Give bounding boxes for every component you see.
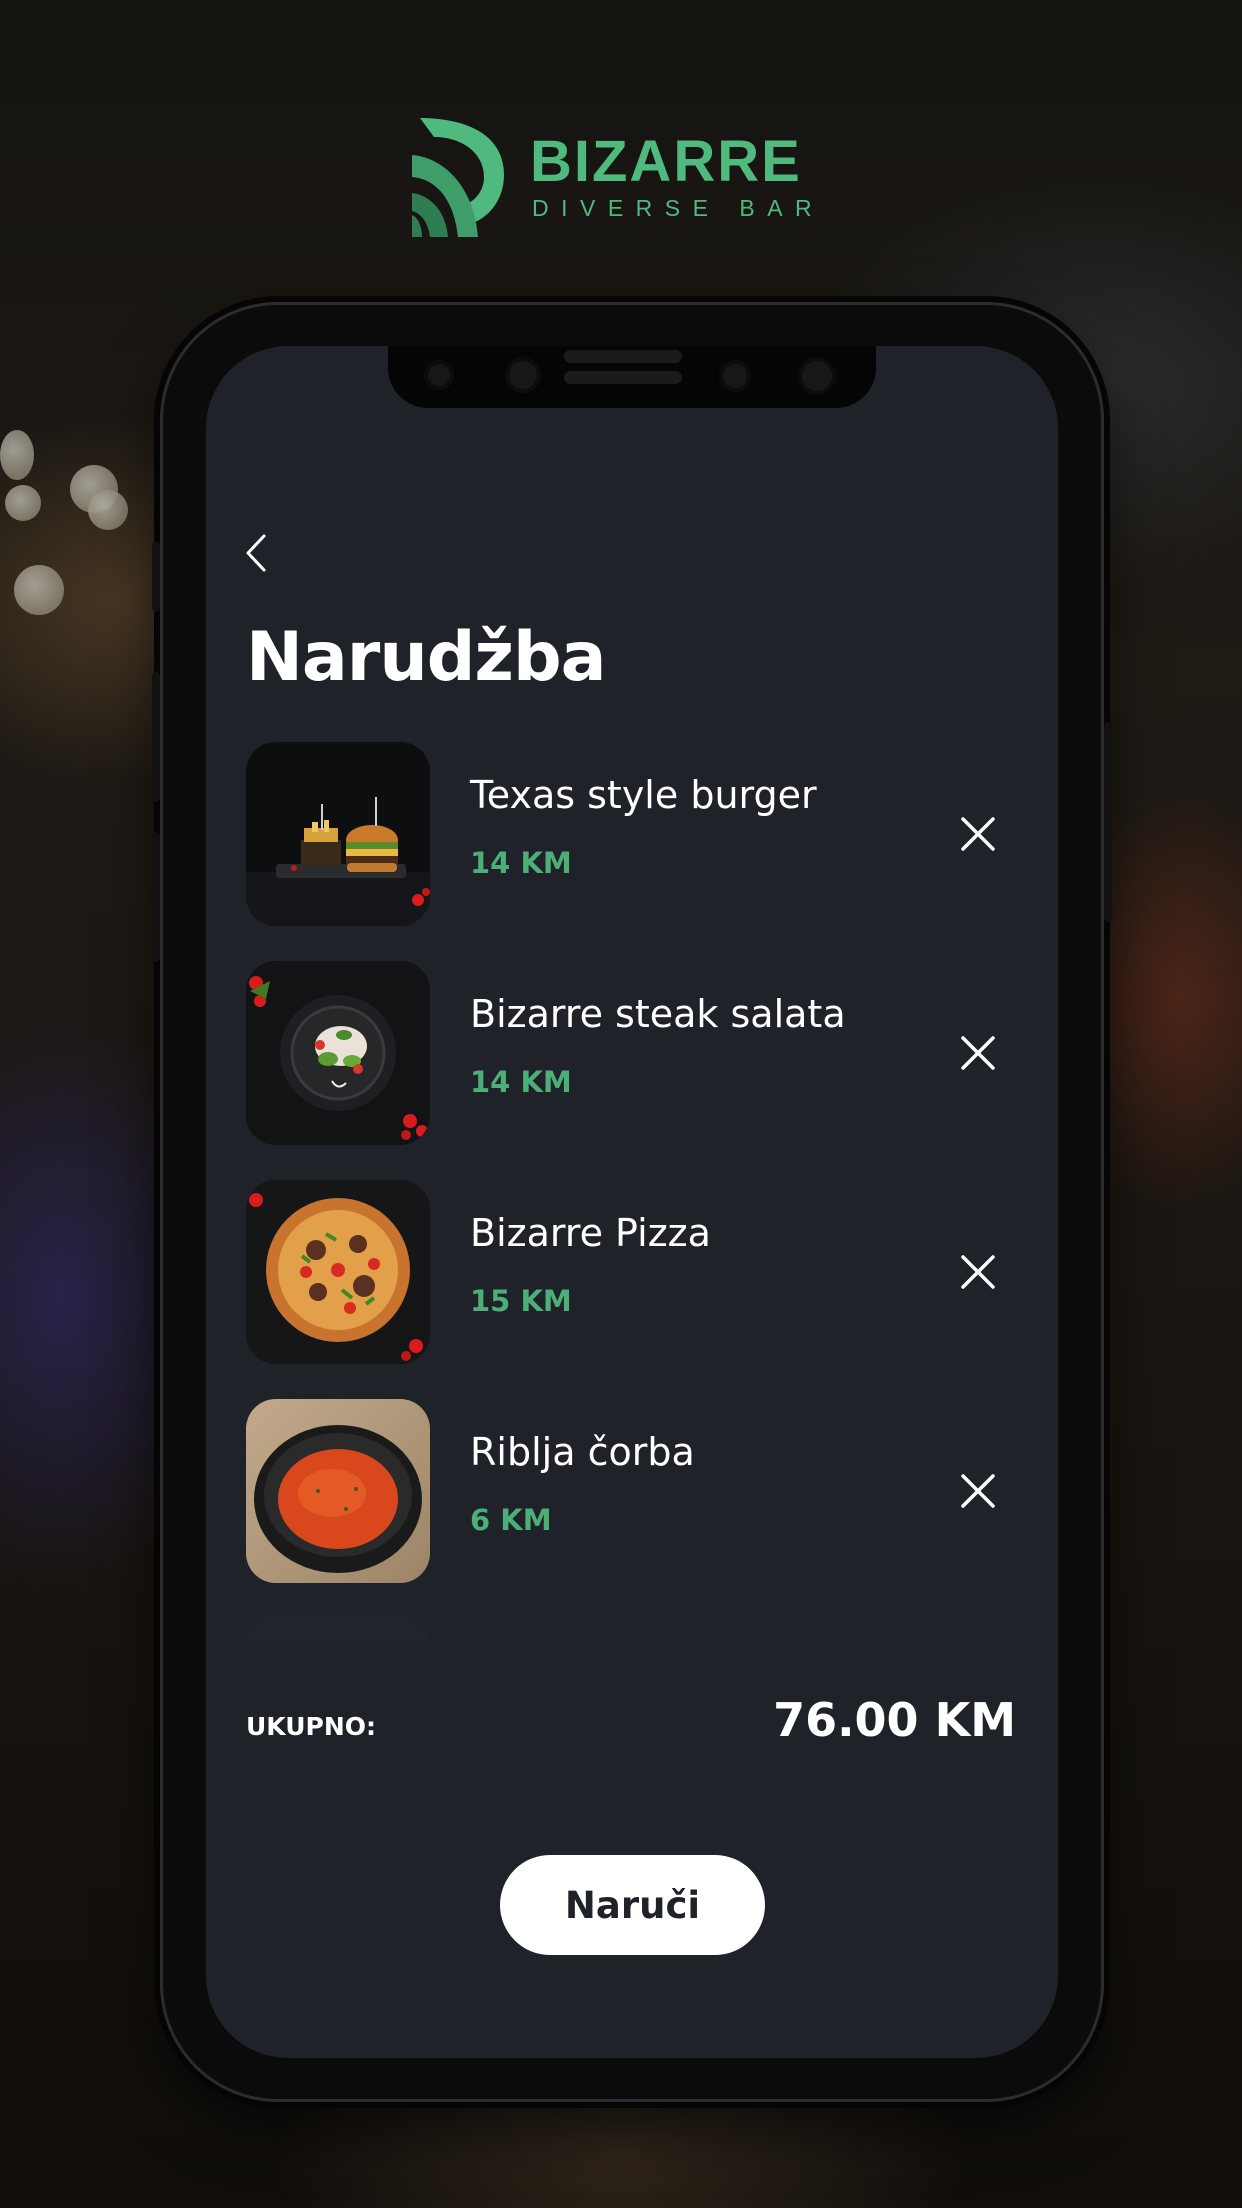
order-item: Riblja čorba 6 KM — [246, 1399, 1036, 1583]
remove-item-button[interactable] — [956, 812, 1000, 856]
item-price: 6 KM — [470, 1503, 552, 1537]
close-icon — [961, 1036, 995, 1070]
close-icon — [961, 1474, 995, 1508]
brand-logo: BIZARRE DIVERSE BAR — [412, 115, 832, 240]
remove-item-button[interactable] — [956, 1250, 1000, 1294]
item-price: 14 KM — [470, 1065, 572, 1099]
pizza-photo — [246, 1180, 430, 1364]
salad-photo — [246, 961, 430, 1145]
total-value: 76.00 KM — [773, 1693, 1016, 1747]
burger-photo — [246, 742, 430, 926]
phone-notch — [388, 346, 876, 408]
remove-item-button[interactable] — [956, 1469, 1000, 1513]
order-item: Bizarre steak salata 14 KM — [246, 961, 1036, 1145]
back-button[interactable] — [236, 528, 272, 578]
item-price: 14 KM — [470, 846, 572, 880]
phone-frame: Narudžba Texas style burger 14 KM Bizarr… — [152, 302, 1112, 2102]
item-price: 15 KM — [470, 1284, 572, 1318]
order-item: Texas style burger 14 KM — [246, 742, 1036, 926]
remove-item-button[interactable] — [956, 1031, 1000, 1075]
order-button[interactable]: Naruči — [500, 1855, 765, 1955]
item-name: Bizarre Pizza — [470, 1211, 711, 1255]
order-item-list: Texas style burger 14 KM Bizarre steak s… — [246, 742, 1036, 1618]
item-name: Bizarre steak salata — [470, 992, 846, 1036]
brand-tagline: DIVERSE BAR — [532, 195, 825, 221]
order-screen: Narudžba Texas style burger 14 KM Bizarr… — [206, 346, 1058, 2058]
close-icon — [961, 1255, 995, 1289]
total-label: UKUPNO: — [246, 1712, 377, 1741]
chevron-left-icon — [246, 534, 266, 572]
order-item: Bizarre Pizza 15 KM — [246, 1180, 1036, 1364]
close-icon — [961, 817, 995, 851]
item-name: Texas style burger — [470, 773, 817, 817]
fish-soup-photo — [246, 1399, 430, 1583]
item-name: Riblja čorba — [470, 1430, 695, 1474]
page-title: Narudžba — [246, 618, 607, 697]
bizarre-logo-mark-icon — [412, 118, 504, 237]
brand-name: BIZARRE — [530, 129, 802, 194]
list-fade — [206, 1586, 1058, 1706]
